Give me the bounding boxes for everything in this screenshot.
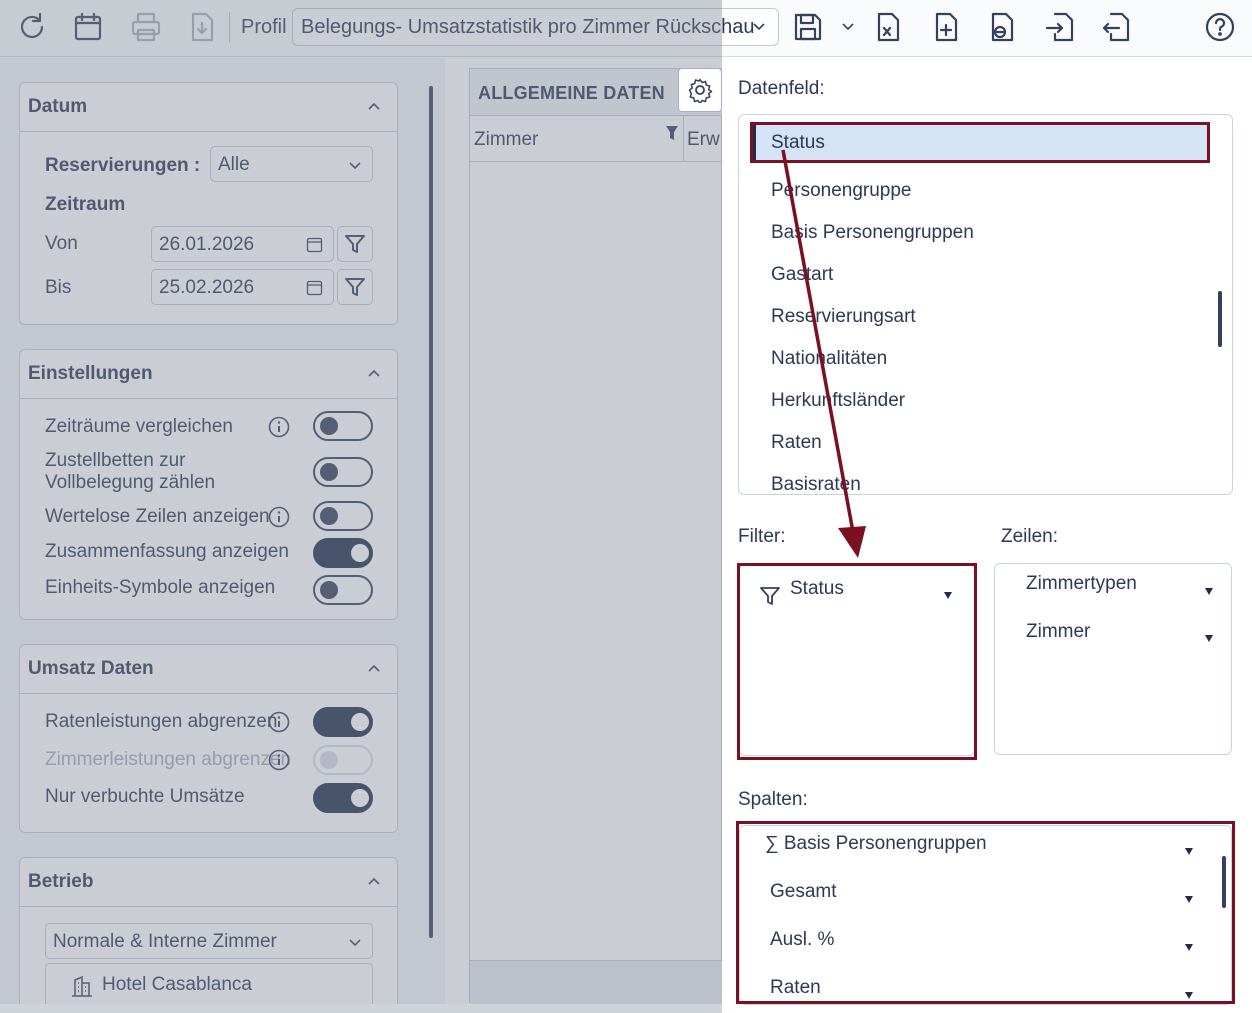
field-dropdown-arrow[interactable] xyxy=(1205,635,1213,642)
field-dropdown-arrow[interactable] xyxy=(1185,944,1193,951)
spalten-scrollbar[interactable] xyxy=(1222,856,1226,908)
zeilen-field-item[interactable]: Zimmertypen xyxy=(1026,573,1137,595)
datenfeld-item[interactable]: Nationalitäten xyxy=(771,348,887,370)
chevron-down-icon[interactable] xyxy=(840,18,856,34)
field-dropdown-arrow[interactable] xyxy=(1185,896,1193,903)
chevron-down-icon xyxy=(753,23,765,31)
spalten-field-item[interactable]: Raten xyxy=(770,977,821,999)
gear-icon xyxy=(688,78,713,103)
filter-label: Filter: xyxy=(738,526,786,547)
datenfeld-item[interactable]: Gastart xyxy=(771,264,833,286)
app-window: Profil Belegungs- Umsatzstatistik pro Zi… xyxy=(0,0,1252,1013)
datenfeld-item[interactable]: Personengruppe xyxy=(771,180,912,202)
excel-export-icon[interactable] xyxy=(866,6,910,48)
spalten-label: Spalten: xyxy=(738,789,808,810)
datenfeld-scrollbar[interactable] xyxy=(1218,291,1222,347)
spalten-drop-area[interactable]: ∑ Basis Personengruppen Gesamt Ausl. % R… xyxy=(739,825,1232,1005)
spalten-field-item[interactable]: Ausl. % xyxy=(770,929,834,951)
export-file-icon[interactable] xyxy=(1094,6,1138,48)
field-dropdown-arrow[interactable] xyxy=(1205,588,1213,595)
datenfeld-item[interactable]: Raten xyxy=(771,432,822,454)
filter-field-item[interactable]: Status xyxy=(790,578,844,600)
datenfeld-item[interactable]: Reservierungsart xyxy=(771,306,916,328)
copy-file-icon[interactable] xyxy=(980,6,1024,48)
datenfeld-label: Datenfeld: xyxy=(738,78,825,99)
zeilen-drop-area[interactable]: Zimmertypen Zimmer xyxy=(994,563,1232,755)
field-dropdown-arrow[interactable] xyxy=(944,592,952,599)
help-icon[interactable] xyxy=(1198,6,1242,48)
zeilen-field-item[interactable]: Zimmer xyxy=(1026,621,1090,643)
save-icon[interactable] xyxy=(786,6,830,48)
field-dropdown-arrow[interactable] xyxy=(1185,848,1193,855)
datenfeld-item[interactable]: Herkunftsländer xyxy=(771,390,905,412)
spalten-field-item[interactable]: Gesamt xyxy=(770,881,837,903)
field-chooser-panel: Datenfeld: Status Personengruppe Basis P… xyxy=(722,68,1252,1013)
zeilen-label: Zeilen: xyxy=(1001,526,1059,547)
field-dropdown-arrow[interactable] xyxy=(1185,992,1193,999)
datenfeld-item[interactable]: Basis Personengruppen xyxy=(771,222,974,244)
datenfeld-item[interactable]: Basisraten xyxy=(771,474,861,494)
datenfeld-list[interactable]: Status Personengruppe Basis Personengrup… xyxy=(738,114,1233,495)
add-file-icon[interactable] xyxy=(924,6,968,48)
datenfeld-item[interactable]: Status xyxy=(771,132,825,154)
import-icon[interactable] xyxy=(1038,6,1082,48)
modal-backdrop xyxy=(0,0,722,1004)
filter-drop-area[interactable]: Status xyxy=(739,564,975,756)
backdrop-edge xyxy=(0,1004,722,1013)
field-chooser-button[interactable] xyxy=(678,68,722,112)
spalten-field-item[interactable]: ∑ Basis Personengruppen xyxy=(765,833,987,855)
filter-icon xyxy=(760,587,780,605)
